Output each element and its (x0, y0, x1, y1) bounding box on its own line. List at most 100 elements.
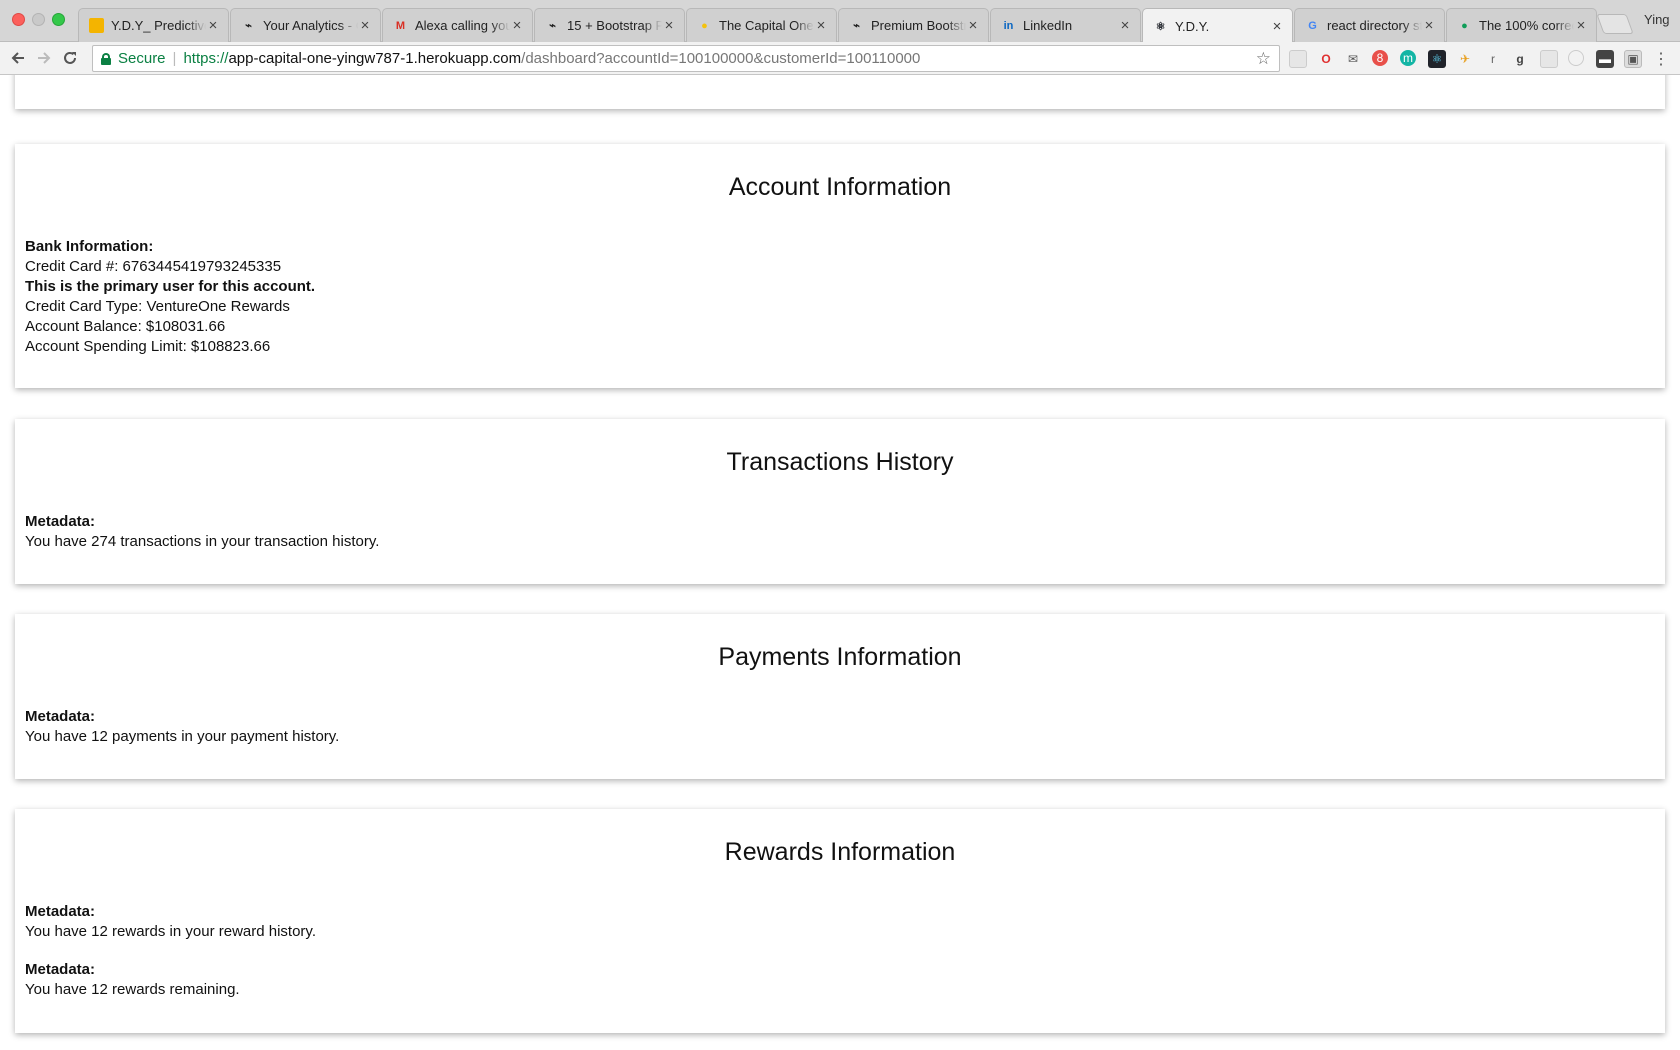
arrow-right-icon (38, 52, 51, 64)
rewards-information-heading: Rewards Information (724, 838, 956, 866)
secure-label: Secure (118, 50, 166, 67)
rewards-history-summary: You have 12 rewards in your reward histo… (25, 923, 316, 940)
payments-metadata-label: Metadata: (25, 708, 96, 725)
tab-favicon-icon: ● (1461, 19, 1468, 32)
back-button[interactable] (6, 46, 30, 70)
tab-title: react directory st (1327, 18, 1422, 33)
transactions-metadata-label: Metadata: (25, 513, 96, 530)
tab-close-icon[interactable]: × (1574, 17, 1588, 34)
payments-summary: You have 12 payments in your payment his… (25, 728, 340, 745)
account-information-heading: Account Information (728, 173, 952, 201)
new-tab-button[interactable] (1596, 14, 1634, 34)
tab-title: The 100% correc (1479, 18, 1574, 33)
credit-card-number: Credit Card #: 6763445419793245335 (25, 258, 282, 275)
extension-g-icon[interactable]: g (1511, 50, 1529, 68)
forward-button[interactable] (32, 46, 56, 70)
browser-tab[interactable]: ● The 100% correc × (1446, 8, 1597, 42)
rewards-metadata-label: Metadata: (25, 903, 96, 920)
tab-favicon-icon (89, 18, 104, 33)
tab-title: LinkedIn (1023, 18, 1073, 33)
tab-close-icon[interactable]: × (510, 17, 524, 34)
page-viewport: Account Information Bank Information: Cr… (0, 75, 1680, 1050)
extension-circle-icon[interactable] (1568, 50, 1584, 66)
bookmark-star-icon[interactable]: ☆ (1256, 49, 1271, 69)
close-window-button[interactable] (12, 13, 25, 26)
tab-title: 15 + Bootstrap P (567, 18, 662, 33)
extension-m-icon[interactable]: m (1400, 50, 1416, 66)
tab-close-icon[interactable]: × (358, 17, 372, 34)
previous-card (15, 75, 1665, 109)
rewards-information-card: Rewards Information Metadata: You have 1… (15, 809, 1665, 1033)
account-information-card: Account Information Bank Information: Cr… (15, 144, 1665, 388)
react-devtools-icon[interactable]: ⚛ (1428, 50, 1446, 68)
rewards-remaining-summary: You have 12 rewards remaining. (25, 981, 240, 998)
tab-close-icon[interactable]: × (966, 17, 980, 34)
browser-tab[interactable]: Y.D.Y_ Predictive × (78, 8, 229, 42)
url-path: /dashboard?accountId=100100000&customerI… (521, 50, 921, 67)
extension-red-icon[interactable]: 8 (1372, 50, 1388, 66)
tab-favicon-icon: ⌁ (853, 20, 860, 32)
tab-title: Y.D.Y. (1175, 18, 1210, 34)
url-scheme: https:// (183, 50, 229, 67)
reload-button[interactable] (58, 46, 82, 70)
tab-favicon-icon: in (1003, 19, 1014, 32)
browser-toolbar: Secure | https://app-capital-one-yingw78… (0, 42, 1680, 75)
payments-information-card: Payments Information Metadata: You have … (15, 614, 1665, 779)
browser-tab[interactable]: ⌁ 15 + Bootstrap P × (534, 8, 685, 42)
tab-list: Y.D.Y_ Predictive × ⌁ Your Analytics - C × M A… (78, 8, 1598, 43)
tab-close-icon[interactable]: × (814, 17, 828, 34)
bank-information-label: Bank Information: (25, 238, 154, 255)
browser-tab[interactable]: ● The Capital One × (686, 8, 837, 42)
tab-favicon-icon: ⚛ (1155, 20, 1166, 33)
transactions-summary: You have 274 transactions in your transa… (25, 533, 380, 550)
browser-chrome: Y.D.Y_ Predictive × ⌁ Your Analytics - C × M A… (0, 0, 1680, 75)
extension-page-icon[interactable] (1540, 50, 1558, 68)
separator: | (172, 50, 177, 67)
account-spending-limit: Account Spending Limit: $108823.66 (25, 338, 271, 355)
payments-information-heading: Payments Information (718, 643, 962, 671)
arrow-left-icon (11, 52, 24, 64)
tab-title: The Capital One (719, 18, 814, 33)
rewards-remaining-metadata-label: Metadata: (25, 961, 96, 978)
tab-title: Y.D.Y_ Predictive (111, 18, 206, 33)
tab-favicon-icon: ⌁ (549, 20, 556, 32)
tab-close-icon[interactable]: × (1270, 18, 1284, 35)
browser-tab[interactable]: ⌁ Your Analytics - C × (230, 8, 381, 42)
tab-favicon-icon: G (1308, 19, 1317, 32)
browser-tab[interactable]: Greact directory st × (1294, 8, 1445, 42)
transactions-history-card: Transactions History Metadata: You have … (15, 419, 1665, 584)
extension-doc-icon[interactable] (1289, 50, 1307, 68)
browser-tab[interactable]: M Alexa calling you × (382, 8, 533, 42)
address-bar[interactable]: Secure | https://app-capital-one-yingw78… (92, 45, 1280, 72)
tab-close-icon[interactable]: × (662, 17, 676, 34)
minimize-window-button[interactable] (32, 13, 45, 26)
primary-user-note: This is the primary user for this accoun… (25, 278, 316, 295)
lock-icon (101, 52, 111, 65)
tab-close-icon[interactable]: × (206, 17, 220, 34)
extension-r-icon[interactable]: r (1484, 50, 1502, 68)
tab-close-icon[interactable]: × (1118, 17, 1132, 34)
tab-favicon-icon: M (395, 19, 406, 32)
transactions-history-heading: Transactions History (726, 448, 954, 476)
extension-box-icon[interactable]: ▣ (1624, 50, 1642, 68)
profile-name[interactable]: Ying (1644, 12, 1670, 27)
reload-icon (64, 51, 76, 64)
extension-dark-icon[interactable]: ▬ (1596, 50, 1614, 68)
tab-favicon-icon: ⌁ (245, 20, 252, 32)
tab-title: Your Analytics - C (263, 18, 358, 33)
browser-tab[interactable]: ⚛ Y.D.Y. × (1142, 8, 1293, 43)
mail-icon[interactable]: ✉ (1344, 50, 1362, 68)
browser-tab[interactable]: ⌁ Premium Bootstr × (838, 8, 989, 42)
tab-title: Alexa calling you (415, 18, 510, 33)
maximize-window-button[interactable] (52, 13, 65, 26)
browser-tab[interactable]: in LinkedIn × (990, 8, 1141, 42)
account-balance: Account Balance: $108031.66 (25, 318, 226, 335)
rocket-icon[interactable]: ✈ (1456, 50, 1474, 68)
credit-card-type: Credit Card Type: VentureOne Rewards (25, 298, 290, 315)
tab-title: Premium Bootstr (871, 18, 966, 33)
kebab-menu-icon[interactable]: ⋮ (1652, 50, 1670, 68)
tab-close-icon[interactable]: × (1422, 17, 1436, 34)
url-domain: app-capital-one-yingw787-1.herokuapp.com (228, 50, 522, 67)
opera-icon[interactable]: O (1317, 50, 1335, 68)
tab-strip: Y.D.Y_ Predictive × ⌁ Your Analytics - C × M A… (0, 0, 1680, 43)
